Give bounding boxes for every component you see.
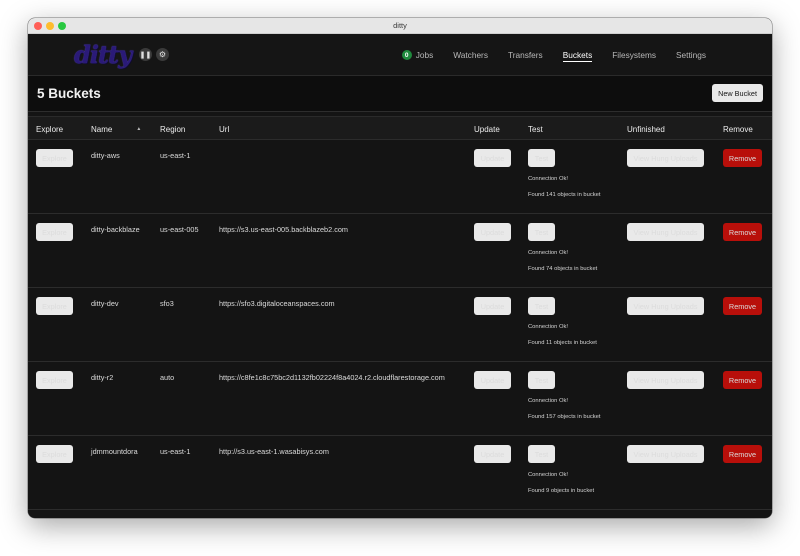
nav-link-buckets[interactable]: Buckets [562,34,592,76]
update-button[interactable]: Update [474,223,511,241]
test-button[interactable]: Test [528,223,555,241]
update-button[interactable]: Update [474,445,511,463]
nav-link-settings[interactable]: Settings [676,34,706,76]
close-window-icon[interactable] [34,22,42,30]
test-button[interactable]: Test [528,445,555,463]
bucket-name: ditty-aws [91,151,120,160]
remove-button[interactable]: Remove [723,445,762,463]
ditty-logo[interactable]: ditty [74,40,132,69]
nav-link-watchers[interactable]: Watchers [453,34,488,76]
view-hung-uploads-button[interactable]: View Hung Uploads [627,371,704,389]
nav-link-filesystems[interactable]: Filesystems [612,34,656,76]
pause-icon: ❚❚ [139,51,152,59]
window-title: ditty [393,21,407,30]
bucket-name: ditty-r2 [91,373,114,382]
column-header-explore: Explore [36,124,64,134]
column-header-test: Test [528,124,543,134]
update-button[interactable]: Update [474,149,511,167]
column-header-unfinished: Unfinished [627,124,665,134]
view-hung-uploads-button[interactable]: View Hung Uploads [627,223,704,241]
explore-button[interactable]: Explore [36,297,73,315]
column-header-label: Name [91,124,113,134]
view-hung-uploads-button[interactable]: View Hung Uploads [627,445,704,463]
connection-status: Connection Ok! [528,176,568,182]
title-bar: ditty [28,18,772,34]
new-bucket-button[interactable]: New Bucket [712,84,763,102]
explore-button[interactable]: Explore [36,445,73,463]
pause-button[interactable]: ❚❚ [139,48,152,61]
window-controls [34,22,66,30]
minimize-window-icon[interactable] [46,22,54,30]
top-navbar: ditty ❚❚ ⚙ 0 Jobs Watchers Transfers Buc… [28,34,772,76]
maximize-window-icon[interactable] [58,22,66,30]
bucket-region: auto [160,373,175,382]
connection-status: Connection Ok! [528,472,568,478]
column-header-remove: Remove [723,124,753,134]
object-count: Found 9 objects in bucket [528,488,595,494]
object-count: Found 11 objects in bucket [528,340,597,346]
explore-button[interactable]: Explore [36,149,73,167]
connection-status: Connection Ok! [528,250,568,256]
view-hung-uploads-button[interactable]: View Hung Uploads [627,297,704,315]
bucket-region: sfo3 [160,299,174,308]
explore-button[interactable]: Explore [36,223,73,241]
remove-button[interactable]: Remove [723,149,762,167]
settings-gear-button[interactable]: ⚙ [156,48,169,61]
bucket-url: https://sfo3.digitaloceanspaces.com [219,299,335,308]
nav-link-jobs[interactable]: 0 Jobs [401,34,434,76]
table-header: Explore Name ▲ Region Url Update Test Un… [28,116,772,140]
remove-button[interactable]: Remove [723,223,762,241]
nav-link-label: Jobs [415,50,434,60]
bucket-url: http://s3.us-east-1.wasabisys.com [219,447,329,456]
page-title: 5 Buckets [37,86,101,101]
bucket-region: us-east-1 [160,447,191,456]
bucket-name: ditty-dev [91,299,119,308]
view-hung-uploads-button[interactable]: View Hung Uploads [627,149,704,167]
test-button[interactable]: Test [528,371,555,389]
column-header-name[interactable]: Name ▲ [91,117,141,141]
table-row: Explore jdmmountdora us-east-1 http://s3… [28,436,772,510]
connection-status: Connection Ok! [528,324,568,330]
column-header-url: Url [219,124,230,134]
update-button[interactable]: Update [474,371,511,389]
nav-links: 0 Jobs Watchers Transfers Buckets Filesy… [382,34,706,76]
nav-link-transfers[interactable]: Transfers [508,34,543,76]
gear-icon: ⚙ [158,50,167,59]
remove-button[interactable]: Remove [723,297,762,315]
bucket-url: https://c8fe1c8c75bc2d1132fb02224f8a4024… [219,373,445,382]
column-header-update: Update [474,124,500,134]
object-count: Found 157 objects in bucket [528,414,601,420]
test-button[interactable]: Test [528,149,555,167]
connection-status: Connection Ok! [528,398,568,404]
object-count: Found 74 objects in bucket [528,266,598,272]
remove-button[interactable]: Remove [723,371,762,389]
test-button[interactable]: Test [528,297,555,315]
bucket-name: ditty-backblaze [91,225,140,234]
buckets-table: Explore Name ▲ Region Url Update Test Un… [28,114,772,510]
explore-button[interactable]: Explore [36,371,73,389]
table-row: Explore ditty-backblaze us-east-005 http… [28,214,772,288]
bucket-url: https://s3.us-east-005.backblazeb2.com [219,225,348,234]
page-header: 5 Buckets New Bucket [28,76,772,112]
table-row: Explore ditty-aws us-east-1 Update Test … [28,140,772,214]
table-body: Explore ditty-aws us-east-1 Update Test … [28,140,772,510]
update-button[interactable]: Update [474,297,511,315]
bucket-name: jdmmountdora [91,447,138,456]
object-count: Found 141 objects in bucket [528,192,601,198]
table-row: Explore ditty-dev sfo3 https://sfo3.digi… [28,288,772,362]
bucket-region: us-east-1 [160,151,191,160]
table-row: Explore ditty-r2 auto https://c8fe1c8c75… [28,362,772,436]
app-window: ditty ditty ❚❚ ⚙ 0 Jobs Watchers Transfe… [28,18,772,518]
sort-ascending-icon: ▲ [136,126,142,132]
bucket-region: us-east-005 [160,225,199,234]
column-header-region: Region [160,124,186,134]
jobs-count-badge: 0 [401,50,412,60]
